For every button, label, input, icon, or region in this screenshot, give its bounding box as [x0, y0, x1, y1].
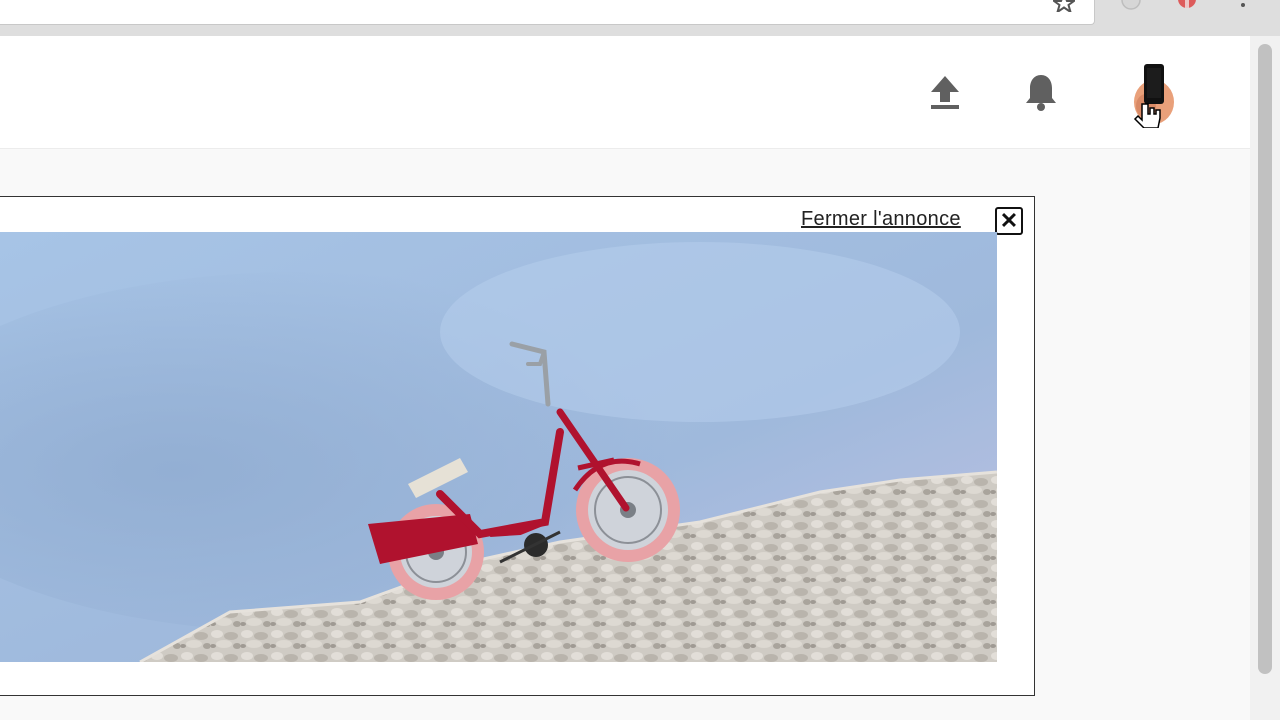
- upload-icon[interactable]: [929, 74, 961, 110]
- browser-menu-icon[interactable]: [1238, 0, 1248, 10]
- site-header: [0, 36, 1250, 149]
- avatar[interactable]: [1124, 62, 1178, 128]
- extension-record-icon[interactable]: [1174, 0, 1200, 10]
- close-ad-link[interactable]: Fermer l'annonce: [801, 208, 961, 231]
- bookmark-star-icon[interactable]: [1053, 0, 1075, 12]
- ad-image-tricycle[interactable]: [0, 232, 997, 662]
- browser-toolbar: [0, 0, 1280, 36]
- close-ad-button[interactable]: ✕: [995, 207, 1023, 235]
- address-bar[interactable]: [0, 0, 1095, 25]
- bell-icon[interactable]: [1024, 72, 1058, 112]
- extension-icon[interactable]: [1118, 0, 1144, 10]
- vertical-scrollbar[interactable]: [1250, 36, 1280, 720]
- scrollbar-thumb[interactable]: [1258, 44, 1272, 674]
